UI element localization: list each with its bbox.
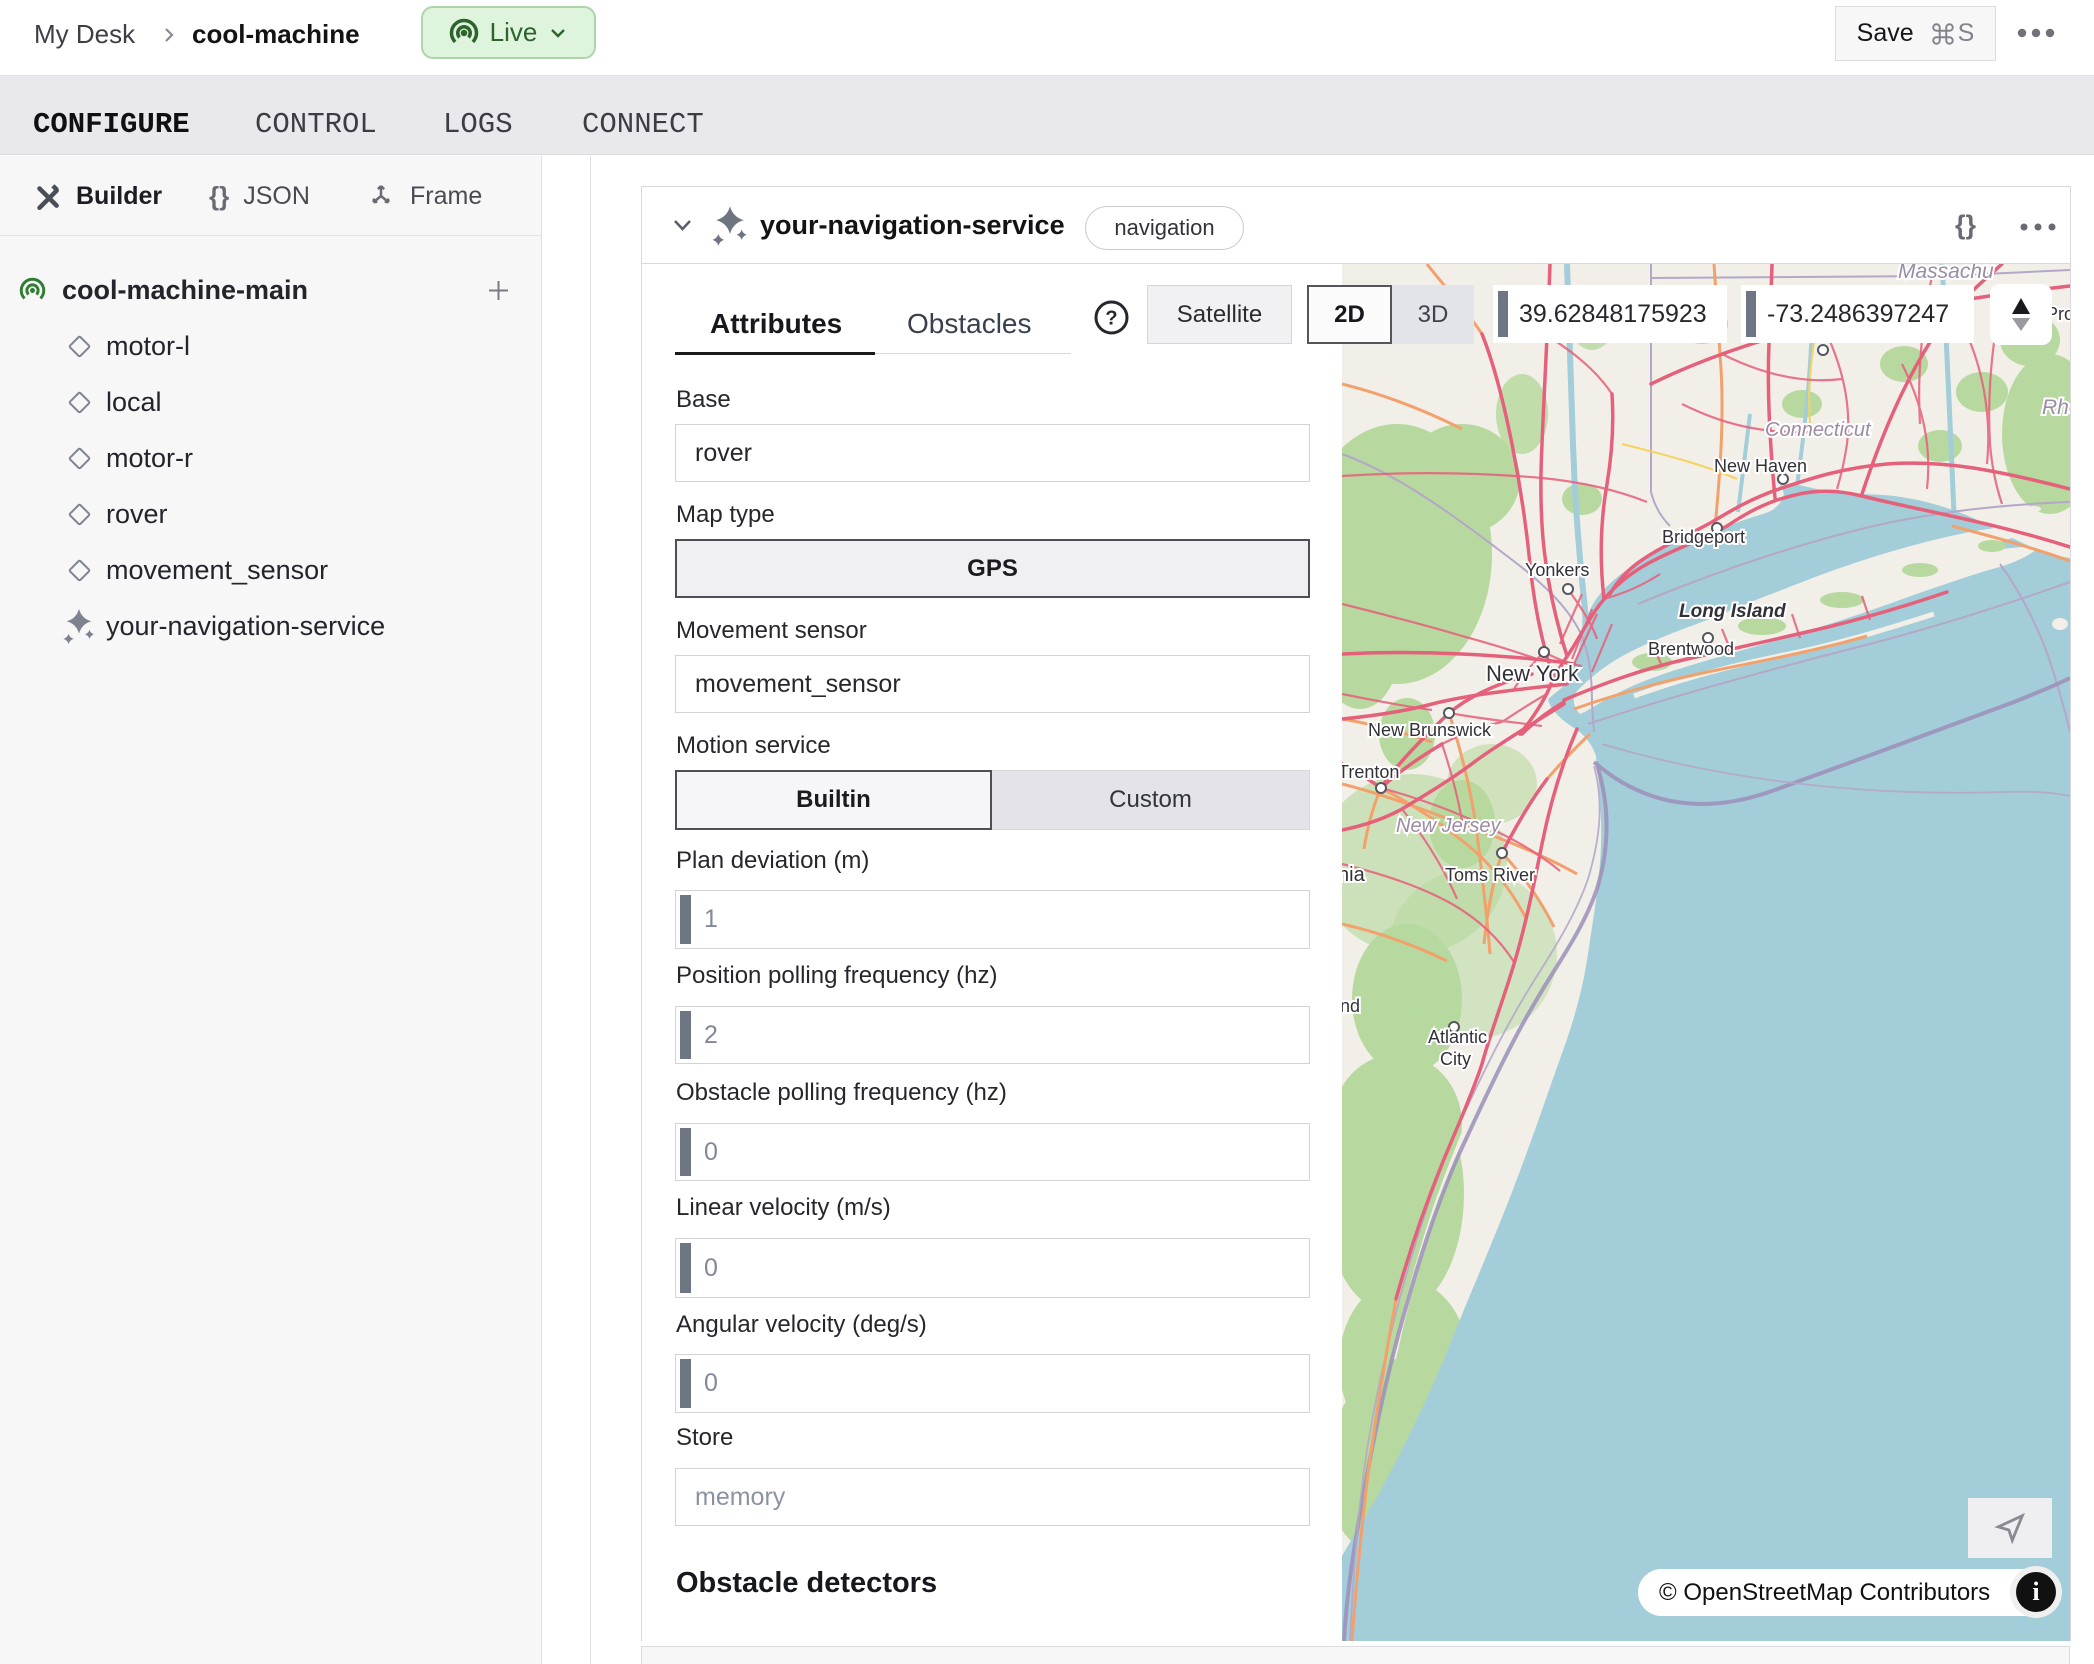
svg-text:Brentwood: Brentwood xyxy=(1648,639,1734,659)
svg-text:Rhod: Rhod xyxy=(2042,396,2070,419)
svg-text:New York: New York xyxy=(1486,661,1580,686)
svg-text:nia: nia xyxy=(1342,864,1366,886)
svg-text:Yonkers: Yonkers xyxy=(1525,560,1589,580)
svg-text:Long Island: Long Island xyxy=(1679,601,1786,622)
svg-text:?: ? xyxy=(1105,308,1117,330)
svg-text:Atlantic: Atlantic xyxy=(1428,1027,1487,1047)
svg-text:Connecticut: Connecticut xyxy=(1765,419,1872,441)
svg-text:Bridgeport: Bridgeport xyxy=(1662,527,1745,547)
svg-text:New Haven: New Haven xyxy=(1714,456,1807,476)
svg-text:City: City xyxy=(1440,1049,1471,1069)
svg-text:New Brunswick: New Brunswick xyxy=(1368,720,1492,740)
svg-text:nd: nd xyxy=(1342,996,1360,1016)
svg-text:Toms River: Toms River xyxy=(1445,865,1535,885)
svg-text:Massachu: Massachu xyxy=(1898,264,1994,283)
svg-text:Trenton: Trenton xyxy=(1342,762,1399,782)
svg-text:New Jersey: New Jersey xyxy=(1396,815,1501,837)
